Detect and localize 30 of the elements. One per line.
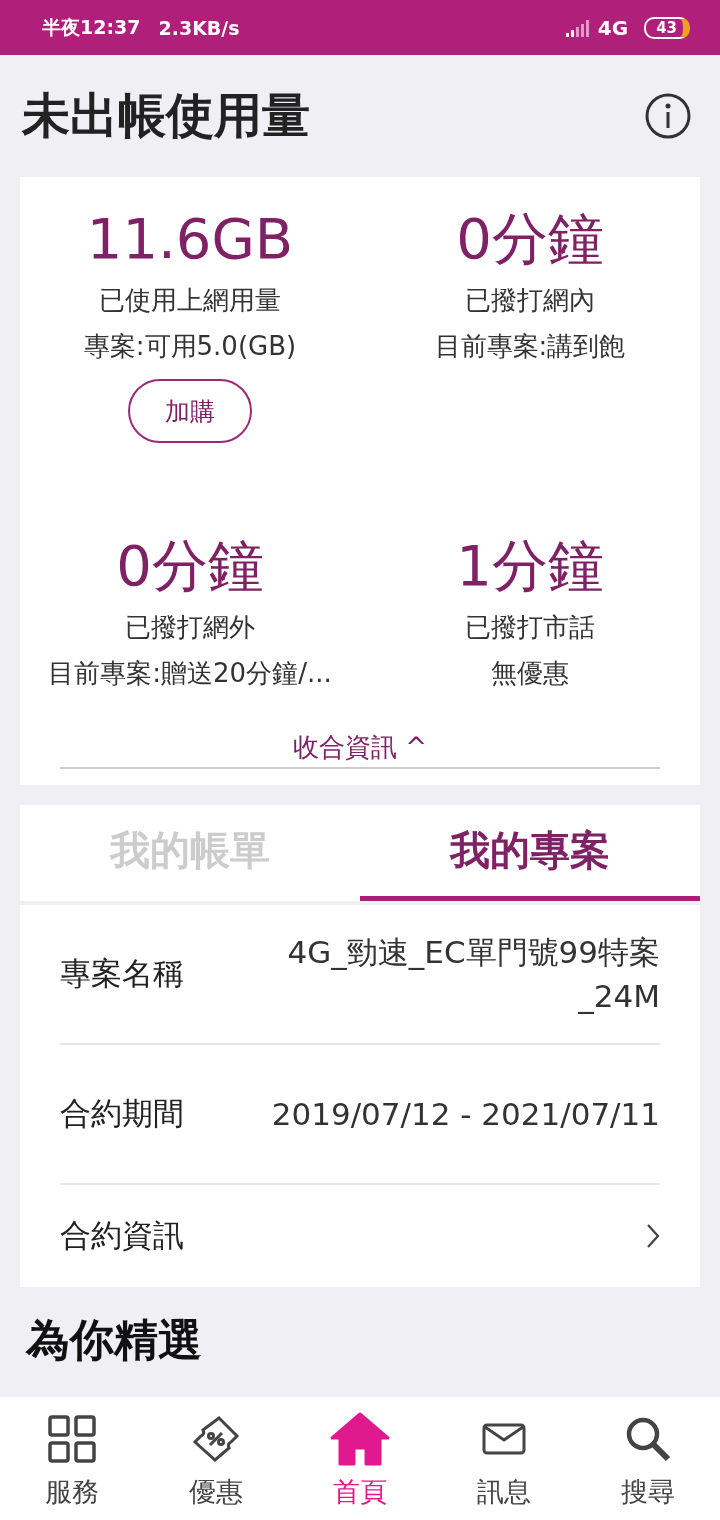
grid-icon: [47, 1412, 97, 1466]
plan-text: 無優惠: [491, 657, 569, 690]
plan-text: 目前專案:講到飽: [434, 330, 626, 363]
usage-amount: 1分鐘: [456, 532, 604, 600]
chevron-right-icon: [646, 1223, 660, 1249]
network-type: 4G: [597, 15, 629, 40]
usage-amount: 0分鐘: [116, 532, 264, 600]
info-icon[interactable]: [644, 92, 692, 140]
home-icon: [330, 1412, 390, 1466]
page-title: 未出帳使用量: [22, 86, 310, 145]
row-label: 專案名稱: [60, 954, 184, 993]
usage-label: 已撥打網內: [465, 284, 595, 317]
usage-label: 已使用上網用量: [99, 284, 281, 317]
section-heading: 為你精選: [26, 1313, 203, 1367]
row-value: 2019/07/12 - 2021/07/11: [271, 1095, 660, 1134]
usage-amount: 11.6GB: [86, 205, 294, 273]
contract-info-row[interactable]: 合約資訊: [60, 1185, 660, 1287]
battery-indicator: 43: [644, 16, 690, 39]
collapse-link[interactable]: 收合資訊 ^: [292, 732, 428, 762]
plan-text: 專案:可用5.0(GB): [83, 330, 297, 363]
usage-label: 已撥打網外: [125, 611, 255, 644]
plan-text: 目前專案:贈送20分鐘/...: [48, 657, 332, 690]
row-value: 4G_勁速_EC單門號99特案_24M: [286, 933, 660, 1016]
usage-label: 已撥打市話: [465, 611, 595, 644]
usage-amount: 0分鐘: [456, 205, 604, 273]
purchase-button[interactable]: 加購: [128, 379, 252, 443]
network-speed: 2.3KB/s: [158, 16, 240, 39]
signal-icon: [565, 18, 592, 37]
status-time: 半夜12:37: [42, 14, 141, 40]
row-label: 合約期間: [60, 1094, 184, 1133]
